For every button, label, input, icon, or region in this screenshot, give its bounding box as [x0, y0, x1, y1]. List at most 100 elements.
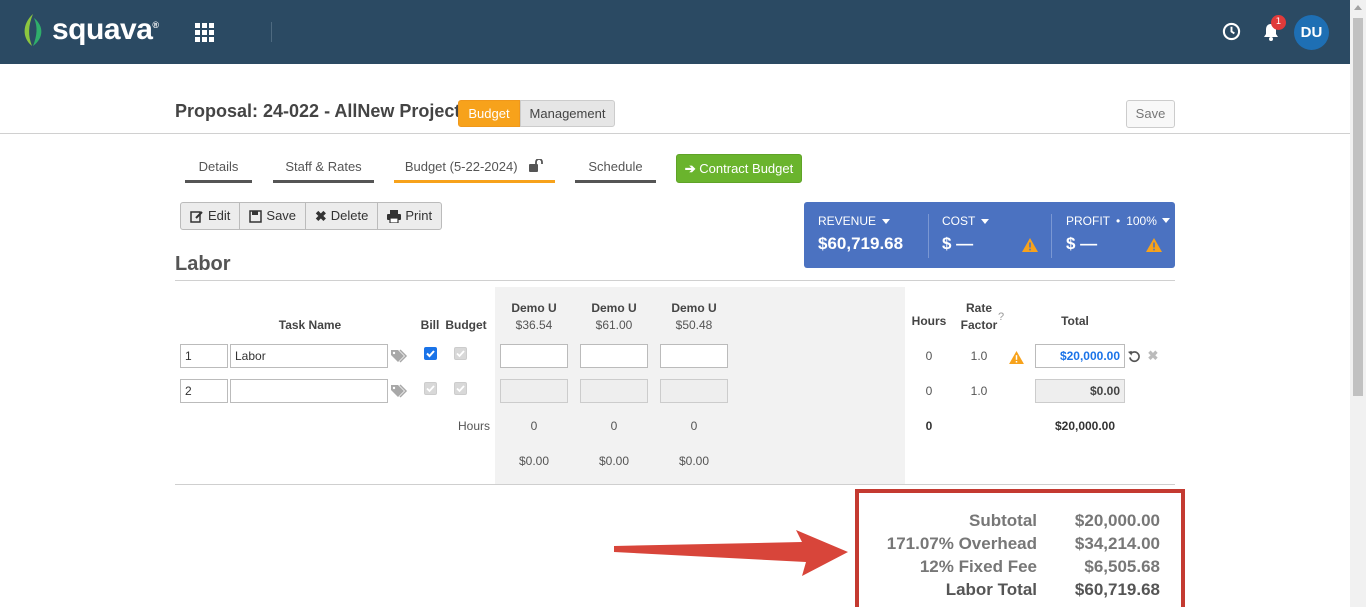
fixed-fee-value: $6,505.68 — [1084, 557, 1160, 576]
overhead-value: $34,214.00 — [1074, 534, 1160, 553]
edit-button[interactable]: Edit — [181, 203, 241, 229]
tab-schedule[interactable]: Schedule — [575, 159, 656, 183]
remove-icon[interactable]: ✖ — [1146, 348, 1160, 364]
scroll-thumb[interactable] — [1353, 18, 1363, 396]
staff-total-amount: $0.00 — [518, 454, 550, 468]
labor-bottom-divider — [175, 484, 1175, 485]
red-arrow-annotation — [614, 530, 848, 576]
unlock-icon[interactable] — [529, 158, 544, 172]
caret-down-icon[interactable] — [1162, 218, 1170, 223]
budget-checkbox[interactable] — [454, 382, 467, 395]
leaf-icon — [24, 14, 42, 46]
total-hours: 0 — [925, 419, 933, 433]
staff-hours-input[interactable] — [580, 344, 648, 368]
delete-label: Delete — [330, 208, 369, 223]
staff-name-header: Demo U — [591, 301, 637, 315]
page-title: Proposal: 24-022 - AllNew Project — [175, 101, 461, 121]
tags-icon[interactable] — [391, 349, 409, 363]
row-number-input[interactable]: 2 — [180, 379, 228, 403]
row-hours: 0 — [925, 349, 933, 363]
staff-hours-input[interactable] — [660, 344, 728, 368]
save-button[interactable]: Save — [1126, 100, 1175, 128]
top-bar: squava® 1 DU — [0, 0, 1350, 64]
contract-budget-button[interactable]: ➔ Contract Budget — [676, 154, 802, 183]
notification-badge: 1 — [1271, 15, 1286, 30]
subtotal-label: Subtotal — [969, 511, 1037, 530]
staff-name-header: Demo U — [511, 301, 557, 315]
delete-button[interactable]: ✖ Delete — [306, 203, 379, 229]
toolbar-save-button[interactable]: Save — [240, 203, 307, 229]
undo-icon[interactable] — [1128, 350, 1141, 363]
help-icon[interactable]: ? — [996, 311, 1006, 323]
staff-rate: $36.54 — [515, 318, 553, 332]
staff-rate: $61.00 — [595, 318, 633, 332]
warning-icon — [1146, 238, 1162, 252]
row-total-input[interactable]: $0.00 — [1035, 379, 1125, 403]
hours-footer-label: Hours — [457, 419, 490, 433]
cost-label: COST — [942, 214, 976, 228]
fixed-fee-label: 12% Fixed Fee — [919, 557, 1037, 576]
user-avatar[interactable]: DU — [1294, 15, 1329, 50]
warning-icon — [1022, 238, 1038, 252]
summary-divider — [1051, 214, 1052, 258]
budget-header: Budget — [445, 318, 487, 332]
scroll-up-arrow-icon[interactable] — [1354, 5, 1362, 10]
profit-percent: 100% — [1126, 214, 1157, 228]
edit-label: Edit — [208, 208, 231, 223]
labor-divider — [175, 280, 1175, 281]
labor-total-label: Labor Total — [945, 580, 1037, 599]
bill-checkbox[interactable] — [424, 347, 437, 360]
staff-total-hours: 0 — [690, 419, 698, 433]
labor-total-value: $60,719.68 — [1074, 580, 1160, 599]
labor-totals-box: Subtotal $20,000.00 171.07% Overhead $34… — [855, 489, 1185, 607]
staff-total-hours: 0 — [530, 419, 538, 433]
floppy-icon — [249, 209, 263, 223]
task-name-input[interactable]: Labor — [230, 344, 388, 368]
overhead-label: 171.07% Overhead — [886, 534, 1037, 553]
summary-divider — [928, 214, 929, 258]
print-button[interactable]: Print — [378, 203, 441, 229]
task-name-input[interactable] — [230, 379, 388, 403]
labor-section-title: Labor — [175, 253, 231, 275]
arrow-right-icon: ➔ — [684, 161, 696, 176]
revenue-label: REVENUE — [818, 214, 877, 228]
bill-checkbox[interactable] — [424, 382, 437, 395]
contract-budget-label: Contract Budget — [699, 161, 794, 176]
staff-hours-input[interactable] — [500, 379, 568, 403]
staff-hours-input[interactable] — [580, 379, 648, 403]
tags-icon[interactable] — [391, 384, 409, 398]
total-header: Total — [1061, 314, 1089, 328]
tab-staff-rates[interactable]: Staff & Rates — [273, 159, 374, 183]
budget-toggle[interactable]: Budget — [458, 100, 520, 127]
scrollbar[interactable] — [1350, 0, 1366, 607]
row-number-input[interactable]: 1 — [180, 344, 228, 368]
revenue-summary[interactable]: REVENUE $60,719.68 — [818, 214, 926, 258]
logo-text: squava® — [52, 13, 159, 46]
header-divider — [0, 133, 1350, 134]
tab-details[interactable]: Details — [185, 159, 252, 183]
staff-hours-input[interactable] — [500, 344, 568, 368]
squava-logo[interactable]: squava® — [20, 10, 159, 50]
tab-budget-label: Budget (5-22-2024) — [404, 159, 518, 174]
apps-grid-icon[interactable] — [195, 23, 214, 45]
clock-icon[interactable] — [1222, 22, 1241, 44]
revenue-value: $60,719.68 — [818, 234, 904, 253]
printer-icon — [387, 209, 402, 223]
save-label: Save — [266, 208, 297, 223]
profit-label: PROFIT — [1066, 214, 1110, 228]
tab-budget[interactable]: Budget (5-22-2024) — [394, 158, 555, 183]
caret-down-icon — [882, 218, 891, 224]
task-name-header: Task Name — [278, 318, 342, 332]
budget-summary-card: REVENUE $60,719.68 COST $ — PROFIT • 100% … — [804, 202, 1175, 268]
edit-icon — [190, 210, 203, 223]
print-label: Print — [405, 208, 433, 223]
staff-hours-input[interactable] — [660, 379, 728, 403]
staff-total-hours: 0 — [610, 419, 618, 433]
management-toggle[interactable]: Management — [520, 100, 615, 127]
row-total-input[interactable]: $20,000.00 — [1035, 344, 1125, 368]
caret-down-icon — [981, 218, 990, 224]
row-rate-factor: 1.0 — [970, 349, 988, 363]
row-hours: 0 — [925, 384, 933, 398]
budget-checkbox[interactable] — [454, 347, 467, 360]
hours-header: Hours — [911, 314, 947, 328]
